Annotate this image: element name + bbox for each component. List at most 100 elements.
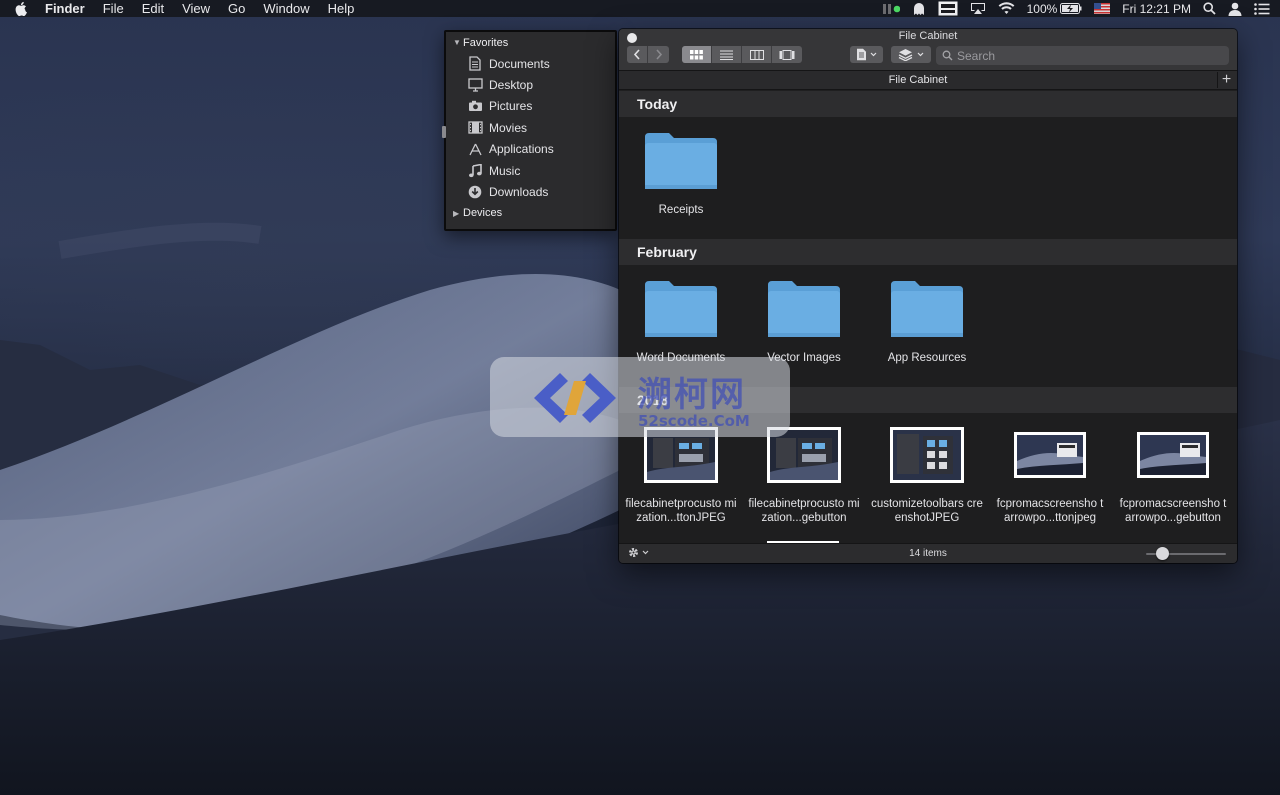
sidebar-item-label: Applications — [489, 142, 554, 157]
menu-view[interactable]: View — [182, 1, 210, 16]
watermark-logo-icon — [534, 373, 616, 423]
search-input[interactable] — [957, 48, 1217, 63]
notification-center-icon[interactable] — [1254, 2, 1270, 15]
folder-icon — [643, 131, 719, 191]
sidebar-item-label: Pictures — [489, 99, 533, 114]
menu-window[interactable]: Window — [263, 1, 309, 16]
gallery-icon — [779, 49, 795, 60]
icon-view-content: Today Receipts February Word Documents V… — [619, 91, 1237, 543]
search-field[interactable] — [936, 46, 1229, 65]
sidebar-item-label: Desktop — [489, 78, 534, 93]
icon-size-slider[interactable] — [1146, 547, 1226, 560]
watermark-overlay: 溯柯网 52scode.CoM — [490, 357, 790, 437]
menu-extras: 100% Fri 12:21 PM — [870, 0, 1270, 17]
folder-name: Receipts — [658, 204, 704, 216]
chevron-down-icon — [870, 52, 877, 57]
disclosure-closed-icon[interactable]: ▶ — [453, 209, 463, 218]
gallery-view-button[interactable] — [772, 46, 802, 63]
us-flag-icon[interactable] — [1094, 3, 1111, 14]
section-header-february: February — [619, 239, 1237, 265]
sidebar-item-desktop[interactable]: Desktop — [446, 74, 615, 95]
status-dots-icon[interactable] — [882, 3, 900, 15]
sidebar-item-pictures[interactable]: Pictures — [446, 96, 615, 117]
disclosure-open-icon[interactable]: ▼ — [453, 38, 463, 47]
document-icon — [466, 56, 484, 72]
screenshot-thumbnail — [1014, 432, 1086, 478]
file-cabinet-window: File Cabinet Search File Cabinet + Today… — [619, 29, 1237, 563]
favorites-group-header[interactable]: ▼ Favorites — [446, 32, 615, 53]
file-name: fcpromacscreensho tarrowpo...ttonjpeg — [996, 498, 1104, 524]
menu-file[interactable]: File — [103, 1, 124, 16]
film-icon — [466, 120, 484, 136]
user-icon[interactable] — [1228, 2, 1242, 16]
menu-edit[interactable]: Edit — [142, 1, 164, 16]
tab-bar: File Cabinet + — [619, 70, 1237, 90]
wifi-icon[interactable] — [998, 2, 1015, 15]
screenshot-thumbnail — [890, 427, 964, 483]
grid-icon — [690, 49, 703, 59]
sidebar-item-music[interactable]: Music — [446, 160, 615, 181]
screenshot-file-item[interactable]: customizetoolbars creenshotJPEG — [871, 427, 983, 525]
battery-percent[interactable]: 100% — [1027, 2, 1058, 16]
slider-knob[interactable] — [1156, 547, 1169, 560]
chevron-left-icon — [633, 49, 640, 60]
screenshot-file-item[interactable]: filecabinetprocusto mization...ttonJPEG — [625, 427, 737, 525]
screenshot-thumbnail — [1137, 432, 1209, 478]
menu-app-finder[interactable]: Finder — [45, 1, 85, 16]
favorites-label: Favorites — [463, 36, 509, 49]
popover-resize-handle[interactable] — [442, 126, 446, 138]
status-bar: 14 items — [619, 543, 1237, 563]
watermark-site: 52scode.CoM — [638, 412, 750, 430]
sidebar-item-label: Music — [489, 163, 521, 178]
screenshot-file-item[interactable]: filecabinetprocusto mization...gebutton — [748, 427, 860, 525]
desktop-icon — [466, 77, 484, 93]
chevron-down-icon — [917, 52, 924, 57]
folder-item[interactable]: App Resources — [871, 279, 983, 365]
sidebar-item-movies[interactable]: Movies — [446, 117, 615, 138]
document-menu-button[interactable] — [850, 46, 883, 63]
columns-icon — [749, 49, 764, 60]
folder-item[interactable]: Receipts — [625, 131, 737, 217]
file-name: fcpromacscreensho tarrowpo...gebutton — [1119, 498, 1227, 524]
sidebar-item-downloads[interactable]: Downloads — [446, 181, 615, 202]
folder-icon — [766, 279, 842, 339]
apple-menu-icon[interactable] — [15, 1, 35, 16]
tab-file-cabinet[interactable]: File Cabinet — [619, 74, 1217, 86]
column-view-button[interactable] — [742, 46, 772, 63]
icon-view-button[interactable] — [682, 46, 712, 63]
chevron-right-icon — [655, 49, 662, 60]
file-name: customizetoolbars creenshotJPEG — [871, 498, 983, 524]
ghost-icon[interactable] — [912, 2, 926, 16]
window-toolbar: File Cabinet — [619, 29, 1237, 70]
list-view-button[interactable] — [712, 46, 742, 63]
spotlight-search-icon[interactable] — [1203, 2, 1216, 15]
sidebar-item-applications[interactable]: Applications — [446, 139, 615, 160]
section-header-today: Today — [619, 91, 1237, 117]
menu-clock[interactable]: Fri 12:21 PM — [1122, 2, 1191, 16]
folder-icon — [643, 279, 719, 339]
battery-charging-icon[interactable] — [1060, 3, 1082, 14]
file-cabinet-menu-icon[interactable] — [938, 1, 958, 16]
list-icon — [720, 49, 733, 60]
window-title: File Cabinet — [898, 30, 958, 42]
folder-item[interactable]: Vector Images — [748, 279, 860, 365]
document-icon — [857, 48, 866, 61]
sidebar-item-documents[interactable]: Documents — [446, 53, 615, 74]
favorites-sidebar-popover: ▼ Favorites Documents Desktop Pictures M… — [442, 30, 617, 231]
file-name: filecabinetprocusto mization...ttonJPEG — [625, 498, 737, 524]
menu-go[interactable]: Go — [228, 1, 245, 16]
screenshot-file-item[interactable]: fcpromacscreensho tarrowpo...ttonjpeg — [994, 427, 1106, 525]
airplay-icon[interactable] — [970, 2, 986, 15]
music-icon — [466, 163, 484, 179]
devices-group-header[interactable]: ▶ Devices — [446, 203, 615, 224]
menu-bar: Finder File Edit View Go Window Help 100… — [0, 0, 1280, 17]
camera-icon — [466, 98, 484, 114]
back-button[interactable] — [627, 46, 648, 63]
stack-menu-button[interactable] — [891, 46, 931, 63]
menu-help[interactable]: Help — [328, 1, 355, 16]
forward-button[interactable] — [648, 46, 669, 63]
new-tab-button[interactable]: + — [1217, 72, 1235, 88]
screenshot-file-item[interactable]: fcpromacscreensho tarrowpo...gebutton — [1117, 427, 1229, 525]
folder-item[interactable]: Word Documents — [625, 279, 737, 365]
search-icon — [942, 50, 953, 61]
